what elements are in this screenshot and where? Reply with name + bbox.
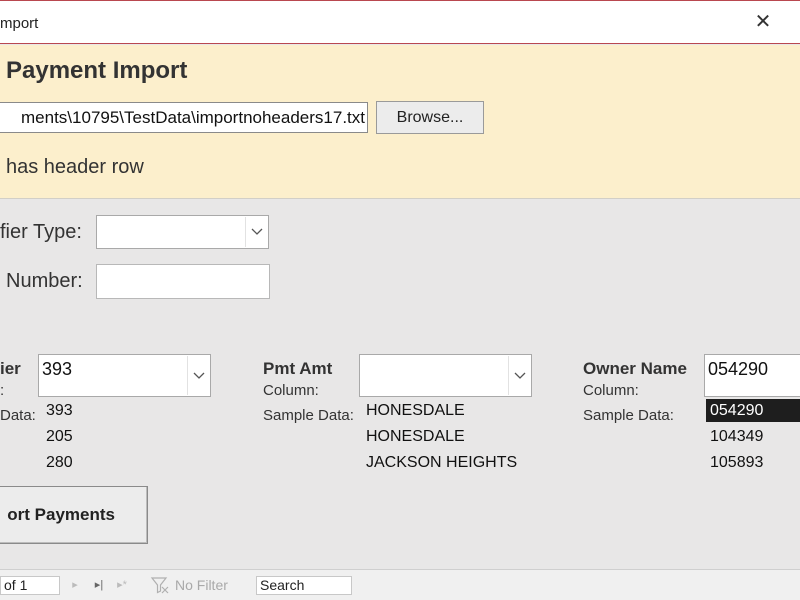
owner-name-column-combo[interactable]: 054290 <box>704 354 800 397</box>
pmt-amt-sample-2: HONESDALE <box>366 428 465 445</box>
owner-name-sample-3: 105893 <box>710 454 764 471</box>
pmt-amt-column-title: Pmt Amt <box>263 359 333 378</box>
owner-name-column-value: 054290 <box>708 359 769 379</box>
identifier-column-label: : <box>0 382 5 399</box>
page-title: Payment Import <box>6 57 188 84</box>
record-count-text: of 1 <box>4 577 28 593</box>
owner-name-sample-2: 104349 <box>710 428 764 445</box>
identifier-sample-2: 205 <box>46 428 73 445</box>
owner-name-column-label: Column: <box>583 382 639 399</box>
identifier-sample-label: Data: <box>0 407 36 424</box>
identifier-type-label: fier Type: <box>0 221 82 243</box>
new-record-icon[interactable]: ▸* <box>112 577 132 593</box>
chevron-down-icon[interactable] <box>187 356 209 395</box>
next-record-icon[interactable]: ▸ <box>68 577 82 593</box>
record-navigation-bar: of 1 ▸ ▸| ▸* No Filter Search <box>0 569 800 600</box>
file-path-value: ments\10795\TestData\importnoheaders17.t… <box>21 108 365 127</box>
owner-name-sample-1: 054290 <box>706 399 800 422</box>
identifier-type-combo[interactable] <box>96 215 269 249</box>
identifier-column-combo[interactable]: 393 <box>38 354 211 397</box>
pmt-amt-sample-label: Sample Data: <box>263 407 354 424</box>
title-bar: mport ✕ <box>0 0 800 44</box>
owner-name-sample-label: Sample Data: <box>583 407 674 424</box>
identifier-sample-1: 393 <box>46 402 73 419</box>
no-filter-icon[interactable] <box>150 575 170 595</box>
pmt-amt-column-combo[interactable] <box>359 354 532 397</box>
chevron-down-icon[interactable] <box>245 217 267 247</box>
pmt-amt-sample-3: JACKSON HEIGHTS <box>366 454 518 471</box>
form-header: Payment Import ments\10795\TestData\impo… <box>0 45 800 199</box>
last-record-icon[interactable]: ▸| <box>90 577 108 593</box>
window-title: mport <box>0 15 39 32</box>
no-filter-label[interactable]: No Filter <box>175 577 228 593</box>
browse-button[interactable]: Browse... <box>376 101 484 134</box>
search-input[interactable]: Search <box>256 576 352 595</box>
owner-name-column-title: Owner Name <box>583 359 687 378</box>
file-path-input[interactable]: ments\10795\TestData\importnoheaders17.t… <box>0 102 368 133</box>
search-placeholder: Search <box>260 577 305 593</box>
import-payments-button[interactable]: ort Payments <box>0 486 148 544</box>
chevron-down-icon[interactable] <box>508 356 530 395</box>
number-input[interactable] <box>96 264 270 299</box>
identifier-sample-3: 280 <box>46 454 73 471</box>
identifier-column-title: ier <box>0 359 21 378</box>
record-number-box[interactable]: of 1 <box>0 576 60 595</box>
identifier-column-value: 393 <box>42 359 73 379</box>
header-row-checkbox-label[interactable]: has header row <box>6 156 144 179</box>
pmt-amt-sample-1: HONESDALE <box>366 402 465 419</box>
pmt-amt-column-label: Column: <box>263 382 319 399</box>
close-icon[interactable]: ✕ <box>752 11 774 33</box>
import-payments-label: ort Payments <box>7 505 115 524</box>
number-label: Number: <box>6 270 83 292</box>
